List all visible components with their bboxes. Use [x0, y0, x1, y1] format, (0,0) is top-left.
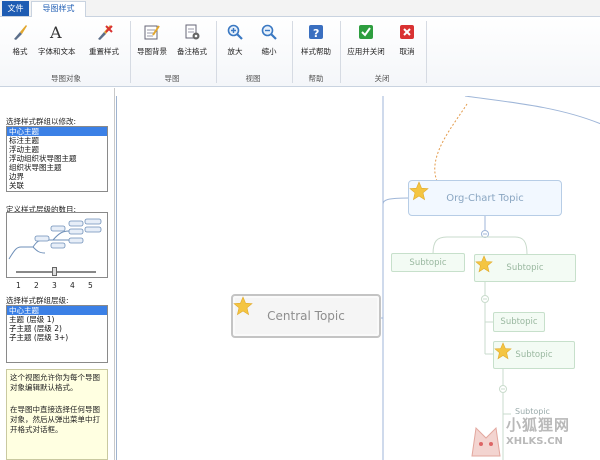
subtopic[interactable]: Subtopic [474, 254, 576, 282]
watermark-text: 小狐狸网 [506, 416, 571, 434]
zoom-out-icon [261, 24, 277, 40]
list-item[interactable]: 组织状导图主题 [7, 163, 107, 172]
subtopic-label: Subtopic [515, 350, 553, 360]
subtopic[interactable]: Subtopic [493, 341, 575, 369]
map-background-label: 导图背景 [137, 47, 167, 56]
list-item[interactable]: 中心主题 [7, 127, 107, 136]
tick-label: 4 [70, 281, 75, 290]
group-label-map-objects: 导图对象 [51, 74, 81, 83]
ribbon-tab-bar: 文件 导图样式 [0, 0, 600, 18]
cancel-label: 取消 [399, 47, 415, 56]
style-level-list[interactable]: 中心主题 主题 (层级 1) 子主题 (层级 2) 子主题 (层级 3+) [6, 305, 108, 363]
ribbon: 格式 A 字体和文本 重置样式 导图对象 导图背景 备注格式 导图 放大 缩小 … [0, 17, 600, 87]
checkmark-icon [359, 25, 373, 39]
tick-label: 5 [88, 281, 93, 290]
list-item[interactable]: 中心主题 [7, 306, 107, 315]
reset-style-label: 重置样式 [89, 47, 119, 56]
apply-close-label: 应用并关闭 [347, 47, 385, 56]
list-item[interactable]: 标注主题 [7, 136, 107, 145]
note-style-label: 备注格式 [177, 47, 207, 56]
subtopic[interactable]: Subtopic [391, 253, 465, 272]
zoom-in-button[interactable]: 放大 [222, 23, 248, 65]
note-style-button[interactable]: 备注格式 [174, 23, 210, 65]
tab-map-style[interactable]: 导图样式 [31, 1, 86, 18]
ribbon-separator [426, 21, 427, 83]
ribbon-separator [292, 21, 293, 83]
font-text-label: 字体和文本 [38, 47, 76, 56]
cancel-button[interactable]: 取消 [394, 23, 420, 65]
level-slider-thumb[interactable] [52, 267, 57, 276]
list-item[interactable]: 关联 [7, 181, 107, 190]
help-paragraph: 这个视图允许你为每个导图对象编辑默认格式。 [10, 373, 100, 392]
group-label-close: 关闭 [374, 74, 390, 83]
map-canvas[interactable]: Org-Chart Topic Central Topic Subtopic S… [116, 96, 600, 460]
reset-style-icon [98, 25, 113, 40]
ribbon-separator [216, 21, 217, 83]
brush-icon [14, 25, 27, 40]
style-help-button[interactable]: ? 样式帮助 [296, 23, 336, 65]
central-topic[interactable]: Central Topic [231, 294, 381, 338]
list-item[interactable]: 主题 (层级 1) [7, 315, 107, 324]
map-background-button[interactable]: 导图背景 [134, 23, 170, 65]
subtopic-label: Subtopic [506, 263, 544, 273]
level-preview-diagram [8, 218, 102, 260]
svg-text:A: A [49, 23, 62, 41]
tab-file[interactable]: 文件 [2, 1, 29, 16]
list-item[interactable]: 子主题 (层级 3+) [7, 333, 107, 342]
app-window: 文件 导图样式 格式 A 字体和文本 重置样式 导图对象 导图背景 备注格式 导… [0, 0, 600, 460]
style-options-panel: 选择样式群组以修改: 中心主题 标注主题 浮动主题 浮动组织状导图主题 组织状导… [0, 88, 115, 460]
star-icon [475, 255, 493, 273]
list-item[interactable]: 浮动主题 [7, 145, 107, 154]
apply-close-button[interactable]: 应用并关闭 [344, 23, 388, 65]
help-text-box: 这个视图允许你为每个导图对象编辑默认格式。 在导图中直接选择任何导图对象，然后从… [6, 369, 108, 460]
style-group-list[interactable]: 中心主题 标注主题 浮动主题 浮动组织状导图主题 组织状导图主题 边界 关联 [6, 126, 108, 192]
help-icon: ? [309, 25, 323, 40]
star-icon [409, 181, 429, 201]
central-topic-label: Central Topic [267, 309, 345, 323]
zoom-out-button[interactable]: 缩小 [256, 23, 282, 65]
group-label-view: 视图 [245, 74, 261, 83]
zoom-out-label: 缩小 [261, 47, 277, 56]
group-label-map: 导图 [164, 74, 180, 83]
ribbon-separator [340, 21, 341, 83]
help-paragraph: 在导图中直接选择任何导图对象，然后从弹出菜单中打开格式对话框。 [10, 405, 100, 434]
group-label-help: 帮助 [308, 74, 324, 83]
ribbon-separator [130, 21, 131, 83]
font-a-icon: A [49, 23, 62, 41]
list-item[interactable]: 浮动组织状导图主题 [7, 154, 107, 163]
svg-text:?: ? [313, 27, 319, 40]
close-x-icon [400, 25, 414, 39]
subtopic[interactable]: Subtopic [493, 312, 545, 332]
list-item[interactable]: 边界 [7, 172, 107, 181]
subtopic-label: Subtopic [409, 257, 447, 268]
zoom-in-icon [227, 24, 243, 40]
list-item[interactable]: 子主题 (层级 2) [7, 324, 107, 333]
star-icon [233, 296, 253, 316]
note-gear-icon [185, 24, 200, 40]
level-preview [6, 212, 108, 278]
style-label: 格式 [12, 47, 28, 56]
star-icon [494, 342, 512, 360]
tick-label: 2 [34, 281, 39, 290]
org-chart-topic[interactable]: Org-Chart Topic [408, 180, 562, 216]
watermark-url: XHLKS.CN [506, 436, 563, 447]
subtopic-label: Subtopic [500, 317, 538, 327]
reset-style-button[interactable]: 重置样式 [84, 23, 124, 65]
tick-label: 1 [16, 281, 21, 290]
zoom-in-label: 放大 [227, 47, 243, 56]
org-chart-topic-label: Org-Chart Topic [446, 192, 524, 204]
style-button[interactable]: 格式 [6, 23, 34, 65]
map-background-icon [144, 25, 160, 40]
font-text-button[interactable]: A 字体和文本 [38, 23, 76, 65]
style-help-label: 样式帮助 [301, 47, 331, 56]
tick-label: 3 [52, 281, 57, 290]
